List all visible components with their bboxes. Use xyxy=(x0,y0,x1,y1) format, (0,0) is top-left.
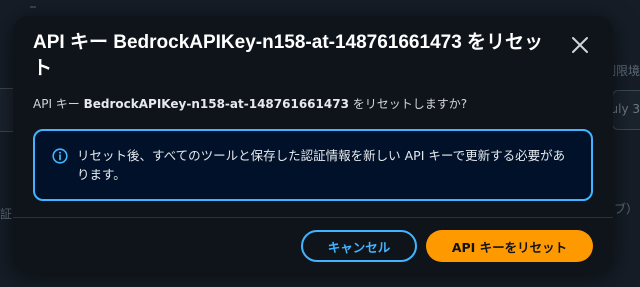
info-alert: リセット後、すべてのツールと保存した認証情報を新しい API キーで更新する必要… xyxy=(33,129,593,201)
api-key-name: BedrockAPIKey-n158-at-148761661473 xyxy=(83,97,349,111)
footer-divider xyxy=(13,217,613,218)
dialog-title: API キー BedrockAPIKey-n158-at-14876166147… xyxy=(33,32,544,79)
message-prefix: API キー xyxy=(33,97,84,111)
background-date-text: uly 3 xyxy=(610,102,640,116)
background-divider xyxy=(30,6,36,8)
reset-api-key-dialog: API キー BedrockAPIKey-n158-at-14876166147… xyxy=(13,16,613,273)
confirm-message: API キー BedrockAPIKey-n158-at-14876166147… xyxy=(33,96,467,112)
background-left-panel xyxy=(0,88,14,132)
info-alert-text: リセット後、すべてのツールと保存した認証情報を新しい API キーで更新する必要… xyxy=(77,148,566,182)
cancel-button[interactable]: キャンセル xyxy=(301,230,417,262)
close-button[interactable] xyxy=(569,34,591,56)
reset-api-key-button[interactable]: API キーをリセット xyxy=(426,230,593,262)
background-right-text: ブ） xyxy=(613,202,638,216)
info-icon xyxy=(52,148,68,164)
background-left-text: 証 xyxy=(0,207,13,221)
message-suffix: をリセットしますか? xyxy=(348,97,468,111)
close-icon xyxy=(572,37,588,53)
